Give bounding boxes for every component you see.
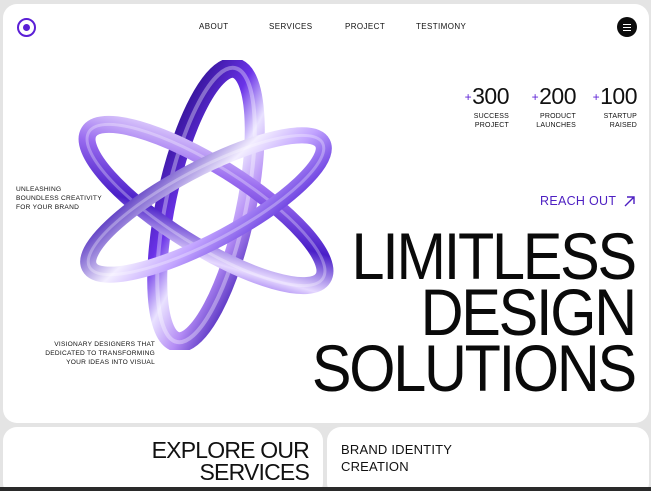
- tagline-line: FOR YOUR BRAND: [16, 204, 80, 211]
- hero-headline: LIMITLESS DESIGN SOLUTIONS: [311, 223, 637, 405]
- stat-value: +100: [587, 83, 638, 109]
- stat-label-line: PROJECT: [474, 122, 509, 129]
- stat-label-line: STARTUP: [603, 113, 637, 120]
- logo-icon[interactable]: [17, 18, 36, 37]
- abstract-3d-rings-image: [78, 60, 334, 350]
- tagline-line: VISIONARY DESIGNERS THAT: [54, 341, 155, 348]
- stat-startup-raised: +100 STARTUP RAISED: [587, 83, 638, 130]
- nav-testimony[interactable]: TESTIMONY: [416, 22, 466, 31]
- tagline-line: UNLEASHING: [16, 186, 62, 193]
- nav-project[interactable]: PROJECT: [345, 22, 385, 31]
- stat-value: +200: [519, 83, 577, 109]
- reach-out-link[interactable]: REACH OUT: [540, 194, 616, 208]
- stat-number: 100: [600, 83, 637, 109]
- heading-line: CREATION: [341, 459, 409, 474]
- stat-number: 300: [472, 83, 509, 109]
- tagline-line: BOUNDLESS CREATIVITY: [16, 195, 102, 202]
- tagline-left: UNLEASHING BOUNDLESS CREATIVITY FOR YOUR…: [16, 185, 102, 212]
- brand-identity-card[interactable]: BRAND IDENTITY CREATION: [327, 427, 649, 491]
- heading-line: SERVICES: [199, 459, 310, 485]
- stat-number: 200: [539, 83, 576, 109]
- stat-value: +300: [452, 83, 510, 109]
- hamburger-menu-icon[interactable]: [617, 17, 637, 37]
- brand-identity-heading: BRAND IDENTITY CREATION: [341, 441, 452, 475]
- arrow-up-right-icon[interactable]: [623, 195, 636, 208]
- plus-icon: +: [531, 90, 539, 104]
- nav-about[interactable]: ABOUT: [199, 22, 229, 31]
- tagline-bottom: VISIONARY DESIGNERS THAT DEDICATED TO TR…: [33, 340, 155, 367]
- explore-services-heading: EXPLORE OUR SERVICES: [151, 437, 310, 485]
- plus-icon: +: [592, 90, 600, 104]
- headline-line: SOLUTIONS: [311, 331, 637, 405]
- hero-panel: ABOUT SERVICES PROJECT TESTIMONY +300 SU…: [3, 4, 649, 423]
- stat-label: STARTUP RAISED: [587, 112, 637, 130]
- nav-services[interactable]: SERVICES: [269, 22, 313, 31]
- heading-line: EXPLORE OUR: [151, 437, 310, 463]
- tagline-line: YOUR IDEAS INTO VISUAL: [66, 359, 155, 366]
- stat-product-launches: +200 PRODUCT LAUNCHES: [519, 83, 577, 130]
- window-bottom-edge: [0, 487, 651, 491]
- stat-label-line: PRODUCT: [539, 113, 576, 120]
- stat-label: SUCCESS PROJECT: [452, 112, 509, 130]
- stat-label-line: SUCCESS: [473, 113, 509, 120]
- stat-label-line: RAISED: [609, 122, 637, 129]
- plus-icon: +: [464, 90, 472, 104]
- stat-label-line: LAUNCHES: [536, 122, 576, 129]
- stat-success-project: +300 SUCCESS PROJECT: [452, 83, 510, 130]
- heading-line: BRAND IDENTITY: [341, 442, 453, 457]
- tagline-line: DEDICATED TO TRANSFORMING: [45, 350, 155, 357]
- stat-label: PRODUCT LAUNCHES: [519, 112, 576, 130]
- explore-services-card[interactable]: EXPLORE OUR SERVICES: [3, 427, 323, 491]
